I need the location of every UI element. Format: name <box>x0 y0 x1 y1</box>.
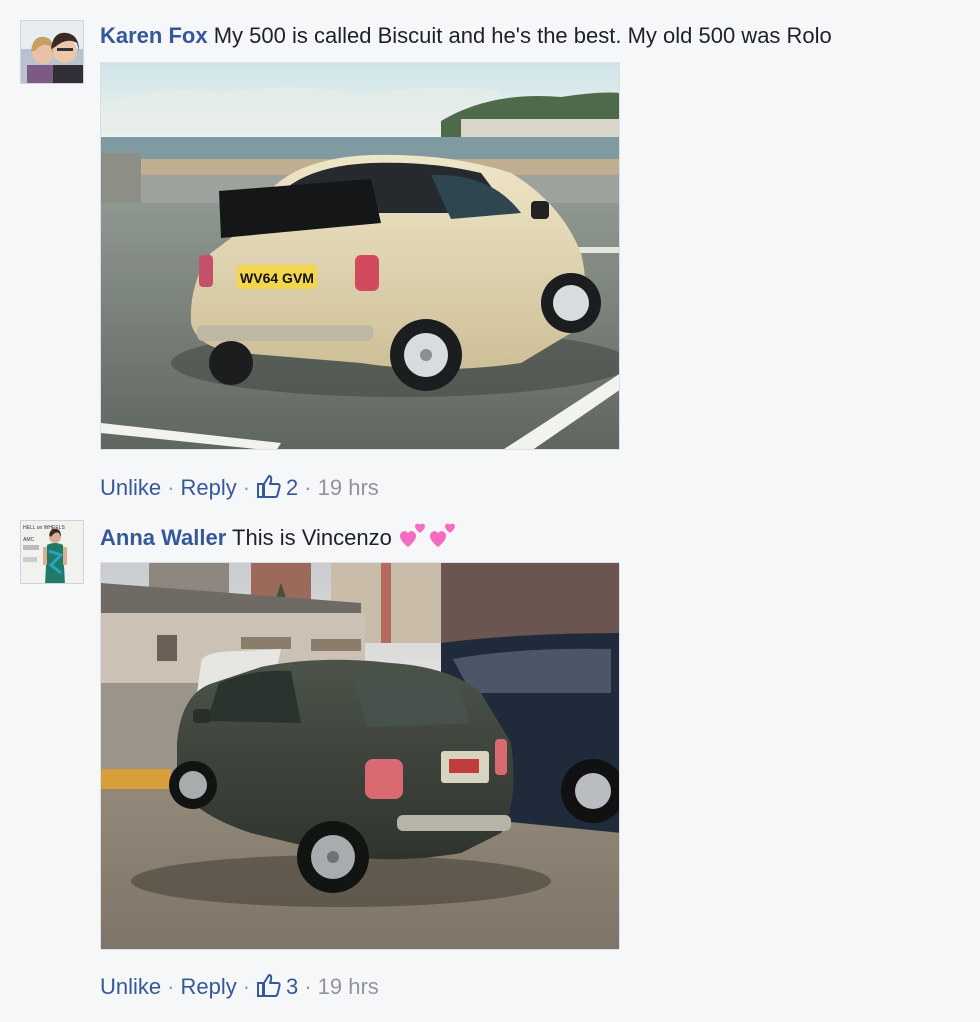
separator-dot: · <box>242 974 251 999</box>
like-count-button[interactable]: 3 <box>256 974 298 999</box>
two-hearts-icon <box>428 521 458 557</box>
thumbs-up-icon <box>256 473 282 507</box>
avatar[interactable] <box>20 20 84 84</box>
comment-actions: Unlike · Reply · 2 · 19 hrs <box>100 473 379 507</box>
comment-body: My 500 is called Biscuit and he's the be… <box>213 23 832 48</box>
reply-link[interactable]: Reply <box>180 475 236 500</box>
comment-text-line: Karen Fox My 500 is called Biscuit and h… <box>100 21 832 51</box>
car-photo-grey <box>101 563 619 949</box>
timestamp[interactable]: 19 hrs <box>318 974 379 999</box>
unlike-link[interactable]: Unlike <box>100 475 161 500</box>
like-count: 2 <box>286 475 299 500</box>
comment-text-line: Anna Waller This is Vincenzo <box>100 521 458 557</box>
comment-actions: Unlike · Reply · 3 · 19 hrs <box>100 972 379 1006</box>
avatar-photo <box>21 21 83 83</box>
separator-dot: · <box>304 974 312 999</box>
attached-photo[interactable]: WV64 GVM <box>100 62 620 450</box>
author-name[interactable]: Karen Fox <box>100 23 208 48</box>
two-hearts-icon <box>398 521 428 557</box>
like-count-button[interactable]: 2 <box>256 475 298 500</box>
separator-dot: · <box>304 475 312 500</box>
separator-dot: · <box>167 475 175 500</box>
separator-dot: · <box>167 974 175 999</box>
author-name[interactable]: Anna Waller <box>100 525 226 550</box>
thumbs-up-icon <box>256 972 282 1006</box>
car-photo-cream: WV64 GVM <box>101 63 619 449</box>
license-plate-text: WV64 GVM <box>240 270 314 286</box>
timestamp[interactable]: 19 hrs <box>318 475 379 500</box>
unlike-link[interactable]: Unlike <box>100 974 161 999</box>
reply-link[interactable]: Reply <box>180 974 236 999</box>
avatar-sign-text: AMC <box>23 537 35 543</box>
comment-body: This is Vincenzo <box>232 525 392 550</box>
attached-photo[interactable] <box>100 562 620 950</box>
separator-dot: · <box>242 475 251 500</box>
avatar-photo: HELL on WHEELS AMC <box>21 521 83 583</box>
like-count: 3 <box>286 974 299 999</box>
avatar[interactable]: HELL on WHEELS AMC <box>20 520 84 584</box>
avatar-sign-text: HELL on WHEELS <box>23 525 65 531</box>
